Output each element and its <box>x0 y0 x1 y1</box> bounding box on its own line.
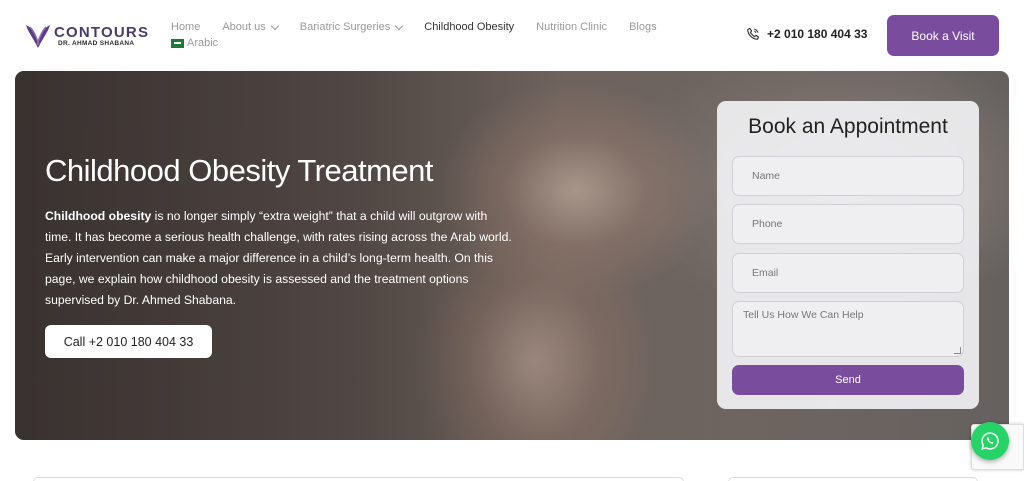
email-field[interactable]: Email <box>732 253 964 293</box>
nav-item-nutrition[interactable]: Nutrition Clinic <box>536 19 607 35</box>
chevron-down-icon <box>270 21 280 30</box>
whatsapp-button[interactable] <box>971 422 1009 460</box>
phone-placeholder: Phone <box>752 218 783 230</box>
hero-description: Childhood obesity is no longer simply “e… <box>45 206 515 311</box>
chevron-down-icon <box>395 21 404 30</box>
site-header: CONTOURS DR. AHMAD SHABANA Home About us… <box>0 0 1024 70</box>
brand-logo[interactable]: CONTOURS DR. AHMAD SHABANA <box>24 20 148 52</box>
hero-body: is no longer simply “extra weight” that … <box>45 209 512 307</box>
nav-label: About us <box>222 21 266 33</box>
nav-item-home[interactable]: Home <box>171 19 200 35</box>
nav-item-blogs[interactable]: Blogs <box>629 19 657 35</box>
message-field[interactable]: Tell Us How We Can Help <box>732 301 964 357</box>
name-placeholder: Name <box>752 170 781 182</box>
brand-subtitle: DR. AHMAD SHABANA <box>58 40 135 47</box>
hero-title: Childhood Obesity Treatment <box>45 153 434 188</box>
form-title: Book an Appointment <box>748 115 948 138</box>
nav-label: Childhood Obesity <box>424 21 515 33</box>
nav-label: Blogs <box>629 21 657 33</box>
message-placeholder: Tell Us How We Can Help <box>743 309 864 321</box>
brand-name: CONTOURS <box>54 24 150 41</box>
nav-item-childhood-obesity[interactable]: Childhood Obesity <box>424 19 514 35</box>
nav-label: Home <box>171 21 201 33</box>
email-placeholder: Email <box>752 267 779 279</box>
hero-lead-bold: Childhood obesity <box>45 209 152 223</box>
phone-icon <box>747 27 760 40</box>
hero-banner: Childhood Obesity Treatment Childhood ob… <box>15 71 1009 440</box>
nav-label: Bariatric Surgeries <box>299 21 391 33</box>
sidebar-card <box>728 477 978 481</box>
name-field[interactable]: Name <box>732 156 964 196</box>
content-card <box>33 477 684 481</box>
phone-field[interactable]: Phone <box>732 204 964 244</box>
nav-label: Nutrition Clinic <box>536 21 608 33</box>
nav-item-bariatric[interactable]: Bariatric Surgeries <box>299 19 404 35</box>
appointment-form: Book an Appointment Name Phone Email Tel… <box>717 101 979 409</box>
nav-item-about[interactable]: About us <box>222 19 280 35</box>
logo-mark-icon <box>26 25 50 48</box>
main-nav: Home About us Bariatric Surgeries Childh… <box>171 19 679 35</box>
header-phone-link[interactable]: +2 010 180 404 33 <box>746 27 867 41</box>
whatsapp-icon <box>981 432 999 450</box>
flag-icon <box>171 38 184 48</box>
header-phone-number: +2 010 180 404 33 <box>767 27 868 41</box>
send-button[interactable]: Send <box>732 365 964 395</box>
language-label: Arabic <box>187 37 219 49</box>
resize-handle-icon[interactable] <box>954 347 961 354</box>
book-visit-button[interactable]: Book a Visit <box>887 15 999 56</box>
language-switch[interactable]: Arabic <box>171 37 218 49</box>
call-button[interactable]: Call +2 010 180 404 33 <box>45 325 212 358</box>
